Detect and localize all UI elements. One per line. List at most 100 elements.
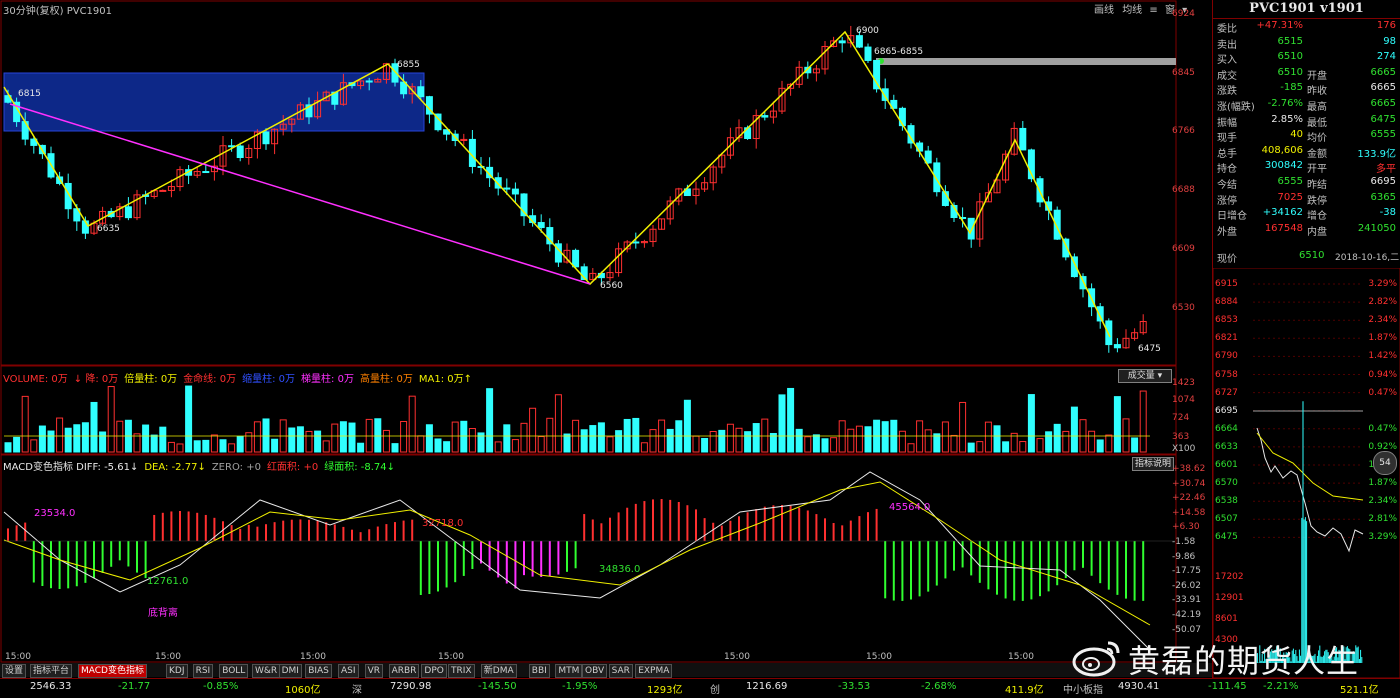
volume-bar [322,440,330,453]
indicator-tab[interactable]: DPO [421,664,447,678]
volume-bar [864,426,872,453]
candle-body [537,222,545,229]
quote-value: 6555 [1370,129,1396,141]
ticker-item: -111.45 [1208,681,1247,692]
volume-bar [537,436,545,453]
main-chart-area[interactable]: 30分钟(复权) PVC1901 画线 均线 ≡ 窗 ▾ 6924 6845 6… [0,0,1212,697]
time-label: 15:00 [866,652,892,662]
indicator-tab[interactable]: SAR [608,664,633,678]
price-annotation: 6855 [397,60,420,70]
volume-bar [468,428,476,453]
volume-bar [73,424,81,453]
indicator-tab[interactable]: 指标平台 [30,664,73,678]
candle-body [365,80,373,83]
indicator-tab[interactable]: KDJ [166,664,188,678]
intraday-price-label: 6507 [1215,514,1238,525]
indicator-tab[interactable]: BIAS [305,664,332,678]
quote-label: 开平 [1307,164,1327,176]
ticker-item: 1060亿 [285,685,321,696]
draw-line-button[interactable]: 画线 [1094,5,1114,16]
quote-value: 6695 [1370,176,1396,187]
macd-axis-label: -33.91 [1172,595,1202,606]
volume-bar [30,439,38,453]
volume-legend-item: VOLUME: 0万 [3,374,68,385]
volume-bar [305,430,313,453]
indicator-explain-button[interactable]: 指标说明 [1132,457,1174,471]
volume-axis-label: 724 [1172,413,1190,423]
chart-title: 30分钟(复权) PVC1901 [3,6,113,17]
candle-body [855,35,863,48]
indicator-tab[interactable]: MACD变色指标 [78,664,147,678]
quote-row: 日增仓 +34162 增仓 -38 [1213,206,1399,222]
volume-dropdown[interactable]: 成交量 ▾ [1118,369,1172,383]
ticker-item: -1.95% [562,681,598,692]
volume-bar [1019,441,1027,453]
indicator-tab[interactable]: EXPMA [635,664,673,678]
price-axis-label: 6924 [1172,9,1195,19]
volume-bar [47,430,55,453]
volume-bar [357,442,365,453]
intraday-price-label: 6884 [1215,297,1238,308]
indicator-tab[interactable]: TRIX [448,664,475,678]
intraday-pct-label: 1.87% [1368,478,1397,489]
candle-body [124,206,132,219]
volume-bar [1122,418,1130,453]
volume-bar [907,443,915,453]
indicator-tab[interactable]: RSI [192,664,214,678]
volume-bar [529,407,537,453]
ma-button[interactable]: 均线 [1122,5,1142,16]
indicator-tab[interactable]: BOLL [219,664,249,678]
candle-body [417,86,425,98]
volume-bar [976,441,984,453]
intraday-avg-line [1256,432,1364,501]
candle-body [1105,320,1113,346]
indicator-tab[interactable]: VR [364,664,384,678]
quote-row: 买入 6510 274 [1213,50,1399,66]
candle-body [632,241,640,244]
volume-bar [400,420,408,453]
watermark-text: 黄磊的期货人生 [1128,642,1360,680]
quote-label: 均价 [1307,133,1327,145]
quote-label: 涨停 [1217,195,1237,207]
contract-title: PVC1901 v1901 [1213,0,1400,19]
quote-row: 涨停 7025 跌停 6365 [1213,191,1399,207]
kline-chart[interactable] [0,0,1212,697]
indicator-tab[interactable]: OBV [582,664,608,678]
intraday-chart[interactable] [1213,268,1400,678]
volume-bar [563,433,571,453]
volume-bar [580,429,588,453]
volume-bar [219,439,227,453]
quote-label: 涨跌 [1217,86,1237,98]
indicator-tab[interactable]: 设置 [2,664,27,678]
volume-bar [933,433,941,453]
indicator-tab[interactable]: W&R [252,664,281,678]
volume-bar [374,418,382,453]
volume-legend: VOLUME: 0万 ↓ 降: 0万 倍量柱: 0万 金命线: 0万 缩量柱: 0万 梯量… [3,370,478,385]
indicator-tab[interactable]: ASI [338,664,359,678]
quote-value: 176 [1376,20,1396,31]
volume-axis-label: 1074 [1172,395,1195,405]
intraday-pct-label: 0.47% [1368,423,1397,434]
volume-bar [778,394,786,453]
indicator-tab[interactable]: DMI [278,664,302,678]
volume-bar [924,429,932,453]
quote-row: 持仓 300842 开平 多平 [1213,159,1399,176]
quote-value: 408,606 [1261,144,1303,156]
macd-legend-item: ZERO: +0 [211,462,261,473]
lines-icon[interactable]: ≡ [1149,5,1157,16]
candle-body [236,145,244,159]
indicator-tab[interactable]: BBI [528,664,550,678]
intraday-pct-label: 3.29% [1368,532,1397,543]
volume-bar [262,418,270,453]
indicator-tab[interactable]: MTM [555,664,583,678]
cycle-circle[interactable]: 54 [1373,451,1397,475]
quote-value: 40 [1290,129,1303,141]
intraday-price-label: 6538 [1215,496,1238,507]
quote-row: 成交 6510 开盘 6665 [1213,66,1399,82]
quote-label: 金额 [1307,148,1327,160]
intraday-pct-label: 0.47% [1368,387,1397,398]
volume-bar [1113,396,1121,453]
indicator-tab[interactable]: ARBR [388,664,420,678]
intraday-pct-label: 2.81% [1368,514,1397,525]
indicator-tab[interactable]: 新DMA [480,664,517,678]
